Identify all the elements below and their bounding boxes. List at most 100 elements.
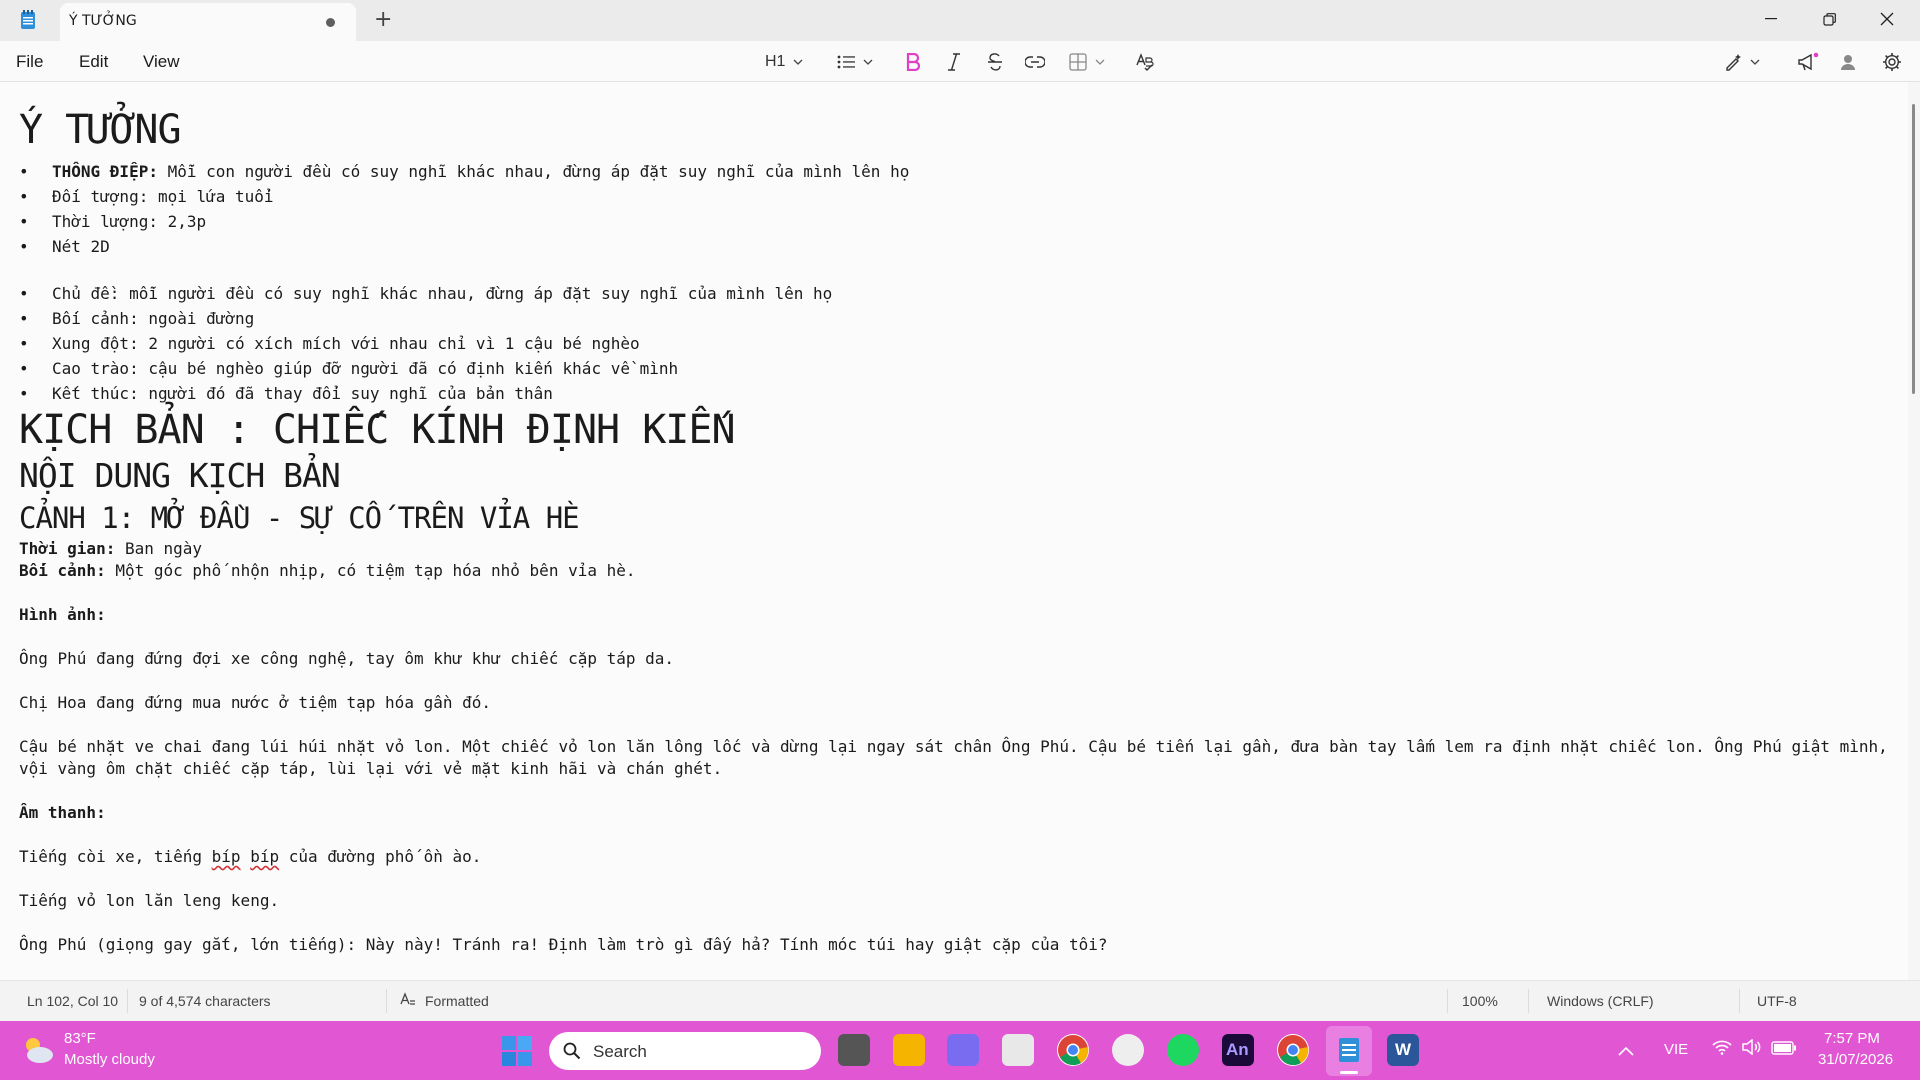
weather-description[interactable]: Mostly cloudy <box>64 1051 155 1068</box>
setting-line: Bối cảnh: Một góc phố nhộn nhịp, có tiệm… <box>19 561 636 580</box>
paragraph: Cậu bé nhặt ve chai đang lúi húi nhặt vỏ… <box>19 737 1898 778</box>
account-icon <box>1841 55 1855 70</box>
account-button[interactable] <box>1839 49 1857 75</box>
weather-icon[interactable] <box>20 1033 56 1069</box>
table-dropdown[interactable] <box>1069 49 1105 75</box>
spelling-error[interactable]: bíp <box>212 847 241 866</box>
restore-button[interactable] <box>1805 0 1853 38</box>
gear-icon <box>1883 53 1901 71</box>
bold-icon <box>906 53 920 71</box>
encoding[interactable]: UTF-8 <box>1757 993 1797 1009</box>
start-button[interactable] <box>502 1036 532 1070</box>
paragraph: Tiếng còi xe, tiếng bíp bíp của đường ph… <box>19 847 482 866</box>
clock-time[interactable]: 7:57 PM <box>1824 1030 1880 1047</box>
vertical-scrollbar[interactable] <box>1908 82 1920 980</box>
spellcheck-button[interactable] <box>1136 49 1154 75</box>
script-content-heading: NỘI DUNG KỊCH BẢN <box>19 456 341 495</box>
time-line: Thời gian: Ban ngày <box>19 539 203 558</box>
list-icon <box>837 55 855 69</box>
line-ending[interactable]: Windows (CRLF) <box>1547 993 1654 1009</box>
list-item: Nét 2D <box>19 234 1899 259</box>
word-icon[interactable]: W <box>1387 1034 1419 1066</box>
list-item: Kết thúc: người đó đã thay đổi suy nghĩ … <box>19 381 1899 406</box>
windows-icon <box>502 1036 532 1066</box>
list-dropdown[interactable] <box>837 49 873 75</box>
format-icon <box>400 992 416 1009</box>
snipping-tool-icon[interactable] <box>1002 1034 1034 1066</box>
tab-title: Ý TƯỞNG <box>69 13 137 29</box>
battery-icon[interactable] <box>1771 1040 1797 1059</box>
clock-date[interactable]: 31/07/2026 <box>1818 1051 1893 1068</box>
list-item: Thời lượng: 2,3p <box>19 209 1899 234</box>
paragraph: Chị Hoa đang đứng mua nước ở tiệm tạp hó… <box>19 693 492 712</box>
list-item: Xung đột: 2 người có xích mích với nhau … <box>19 331 1899 356</box>
pen-sparkle-icon <box>1726 54 1741 71</box>
scene-heading: CẢNH 1: MỞ ĐẦU - SỰ CỐ TRÊN VỈA HÈ <box>19 501 580 535</box>
document-area[interactable]: Ý TƯỞNG THÔNG ĐIỆP: Mỗi con người đều có… <box>0 82 1908 980</box>
format-mode[interactable]: Formatted <box>425 993 489 1009</box>
heading-label: H1 <box>765 53 786 70</box>
chrome-icon[interactable] <box>1057 1034 1089 1066</box>
paragraph: Tiếng vỏ lon lăn leng keng. <box>19 891 280 910</box>
copilot-rewrite-dropdown[interactable] <box>1724 49 1760 75</box>
minimize-button[interactable] <box>1747 0 1795 38</box>
menu-file[interactable]: File <box>16 52 43 72</box>
scrollbar-thumb[interactable] <box>1912 104 1915 394</box>
show-hidden-icons[interactable] <box>1618 1041 1634 1060</box>
italic-button[interactable] <box>947 49 961 75</box>
close-button[interactable] <box>1863 0 1911 38</box>
chevron-down-icon <box>1750 59 1760 65</box>
input-language[interactable]: VIE <box>1664 1041 1688 1058</box>
notepad-taskbar-button[interactable] <box>1326 1026 1372 1076</box>
list-item: Chủ đề: mỗi người đều có suy nghĩ khác n… <box>19 281 1899 306</box>
file-explorer-icon[interactable] <box>893 1034 925 1066</box>
document-content[interactable]: Ý TƯỞNG THÔNG ĐIỆP: Mỗi con người đều có… <box>19 105 1899 956</box>
unsaved-indicator[interactable] <box>326 18 335 27</box>
document-tab[interactable]: Ý TƯỞNG <box>60 3 356 41</box>
link-button[interactable] <box>1025 49 1045 75</box>
chevron-down-icon <box>863 59 873 65</box>
status-bar: Ln 102, Col 10 9 of 4,574 characters For… <box>0 980 1920 1021</box>
taskbar: 83°F Mostly cloudy Search An W VIE 7:57 … <box>0 1021 1920 1080</box>
strikethrough-button[interactable] <box>987 49 1003 75</box>
search-icon <box>563 1042 581 1060</box>
copilot-icon[interactable] <box>947 1034 979 1066</box>
task-view-icon[interactable] <box>838 1034 870 1066</box>
notepad-app-icon <box>20 10 36 30</box>
animate-icon[interactable]: An <box>1222 1034 1254 1066</box>
clock-app-icon[interactable] <box>1112 1034 1144 1066</box>
volume-icon[interactable] <box>1741 1038 1761 1059</box>
taskbar-search[interactable]: Search <box>549 1032 821 1070</box>
notepad-icon <box>1339 1038 1359 1062</box>
heading-dropdown[interactable]: H1 <box>765 49 803 75</box>
chevron-down-icon <box>1095 59 1105 65</box>
wifi-icon[interactable] <box>1712 1039 1732 1059</box>
link-icon <box>1025 56 1045 68</box>
menu-edit[interactable]: Edit <box>79 52 108 72</box>
weather-temperature[interactable]: 83°F <box>64 1030 96 1047</box>
settings-button[interactable] <box>1882 49 1902 75</box>
list-item: Bối cảnh: ngoài đường <box>19 306 1899 331</box>
sound-label: Âm thanh: <box>19 803 106 822</box>
bold-button[interactable] <box>906 49 920 75</box>
paragraph: Ông Phú (giọng gay gắt, lớn tiếng): Này … <box>19 935 1108 954</box>
search-placeholder: Search <box>593 1042 647 1061</box>
megaphone-icon <box>1798 52 1819 71</box>
doc-title: Ý TƯỞNG <box>19 107 182 153</box>
character-count: 9 of 4,574 characters <box>139 993 271 1009</box>
zoom-level[interactable]: 100% <box>1462 993 1498 1009</box>
chrome-profile-icon[interactable] <box>1277 1034 1309 1066</box>
bold-label: THÔNG ĐIỆP: <box>52 162 158 181</box>
chevron-up-icon <box>1618 1046 1634 1056</box>
menu-toolbar: File Edit View H1 <box>0 41 1920 82</box>
new-tab-button[interactable]: + <box>374 8 392 32</box>
italic-icon <box>948 53 960 71</box>
whats-new-button[interactable] <box>1797 49 1819 75</box>
list-item: Cao trào: cậu bé nghèo giúp đỡ người đã … <box>19 356 1899 381</box>
menu-view[interactable]: View <box>143 52 180 72</box>
list-item: THÔNG ĐIỆP: Mỗi con người đều có suy ngh… <box>19 159 1899 184</box>
minimize-icon <box>1765 18 1777 20</box>
spelling-error[interactable]: bíp <box>250 847 279 866</box>
spotify-icon[interactable] <box>1167 1034 1199 1066</box>
spellcheck-icon <box>1136 53 1154 71</box>
